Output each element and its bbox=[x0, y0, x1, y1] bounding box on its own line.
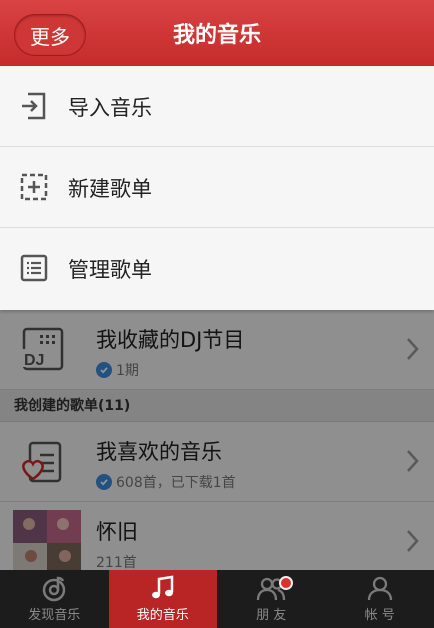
tab-label: 发现音乐 bbox=[28, 608, 81, 623]
music-note-icon bbox=[151, 575, 173, 599]
tab-friends[interactable]: 朋 友 bbox=[217, 570, 326, 628]
tab-discover-music[interactable]: 发现音乐 bbox=[0, 570, 109, 628]
menu-item-new-playlist[interactable]: 新建歌单 bbox=[0, 147, 434, 228]
dropdown-menu: 导入音乐 新建歌单 管理歌单 bbox=[0, 66, 434, 310]
new-playlist-icon bbox=[20, 173, 48, 201]
import-icon bbox=[22, 92, 46, 120]
menu-item-import-music[interactable]: 导入音乐 bbox=[0, 66, 434, 147]
tab-label: 我的音乐 bbox=[136, 608, 189, 623]
tab-label: 朋 友 bbox=[256, 608, 287, 623]
tab-my-music[interactable]: 我的音乐 bbox=[108, 570, 217, 628]
menu-item-manage-playlist[interactable]: 管理歌单 bbox=[0, 228, 434, 309]
page-title: 我的音乐 bbox=[172, 23, 261, 48]
menu-item-label: 新建歌单 bbox=[68, 176, 152, 201]
manage-playlist-icon bbox=[20, 254, 48, 282]
menu-item-label: 导入音乐 bbox=[68, 95, 152, 120]
account-icon bbox=[367, 576, 392, 601]
menu-item-label: 管理歌单 bbox=[68, 257, 152, 282]
notification-badge bbox=[279, 576, 293, 590]
tab-account[interactable]: 帐 号 bbox=[326, 570, 434, 628]
top-bar: 更多 我的音乐 bbox=[0, 0, 434, 66]
bottom-tab-bar: 发现音乐 我的音乐 朋 友 帐 号 bbox=[0, 570, 434, 628]
tab-label: 帐 号 bbox=[364, 608, 395, 623]
discover-icon bbox=[43, 576, 66, 602]
